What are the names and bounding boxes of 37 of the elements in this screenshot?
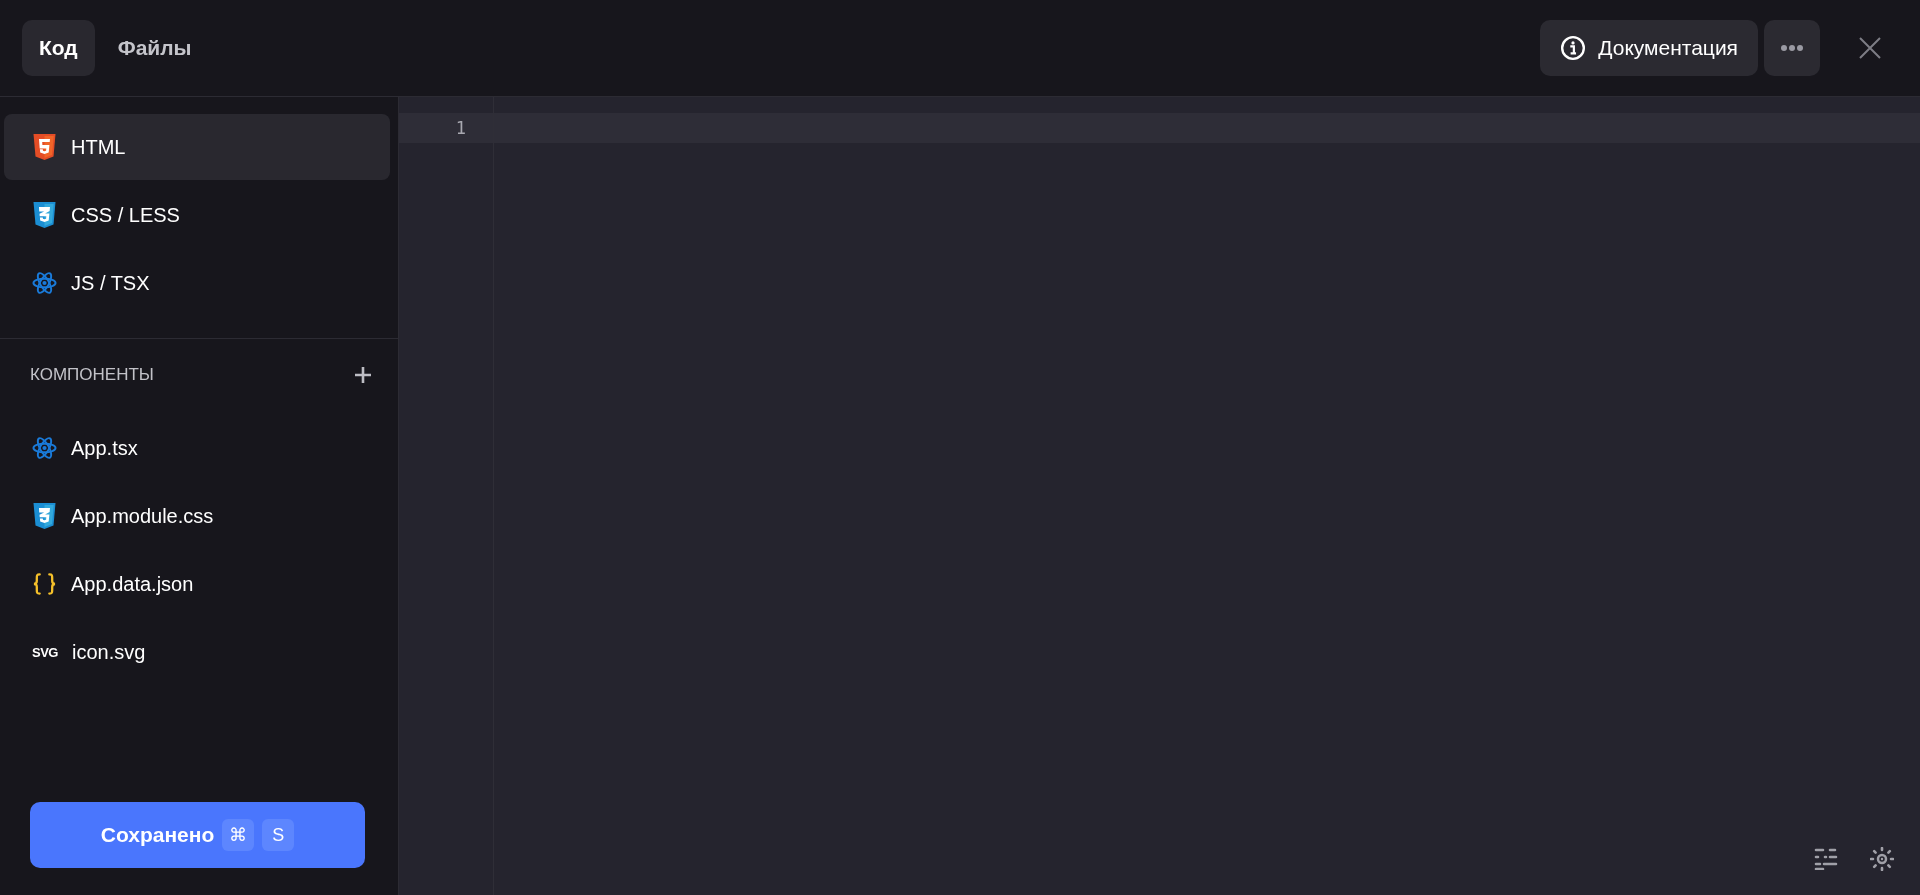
file-item[interactable]: HTML xyxy=(4,114,390,180)
close-icon xyxy=(1859,37,1881,59)
add-button[interactable] xyxy=(354,366,372,384)
line-number: 1 xyxy=(399,113,493,143)
lines-icon xyxy=(1814,848,1838,870)
key-cap: ⌘ xyxy=(222,819,255,851)
file-name: CSS / LESS xyxy=(71,203,180,227)
file-item[interactable]: App.module.css xyxy=(4,483,390,549)
html5-icon xyxy=(32,134,57,160)
file-name: App.tsx xyxy=(71,436,138,460)
file-item[interactable]: CSS / LESS xyxy=(4,182,390,248)
file-item[interactable]: SVG icon.svg xyxy=(4,619,390,685)
settings-icon xyxy=(1870,847,1894,871)
braces-icon xyxy=(32,571,57,597)
info-icon xyxy=(1560,35,1587,61)
atom-icon xyxy=(32,270,57,296)
more-icon xyxy=(1780,44,1804,52)
file-name: JS / TSX xyxy=(71,271,150,295)
css3-icon xyxy=(32,202,57,228)
key-cap: S xyxy=(262,819,295,851)
file-name: App.module.css xyxy=(71,504,214,528)
file-item[interactable]: App.data.json xyxy=(4,551,390,617)
file-name: HTML xyxy=(71,135,126,159)
documentation-button[interactable]: Документация xyxy=(1540,20,1758,76)
file-name: icon.svg xyxy=(72,640,146,664)
tab[interactable]: Файлы xyxy=(100,20,209,76)
more-button[interactable] xyxy=(1764,20,1820,76)
save-button[interactable]: Сохранено ⌘ S xyxy=(30,802,365,868)
plus-icon xyxy=(355,367,371,383)
svg-icon: SVG xyxy=(32,644,58,660)
atom-icon xyxy=(32,435,57,461)
css3-icon xyxy=(32,503,57,529)
section-title: КОМПОНЕНТЫ xyxy=(30,365,154,385)
file-item[interactable]: JS / TSX xyxy=(4,250,390,316)
file-name: App.data.json xyxy=(71,572,194,596)
file-item[interactable]: App.tsx xyxy=(4,415,390,481)
tab[interactable]: Код xyxy=(22,20,95,76)
